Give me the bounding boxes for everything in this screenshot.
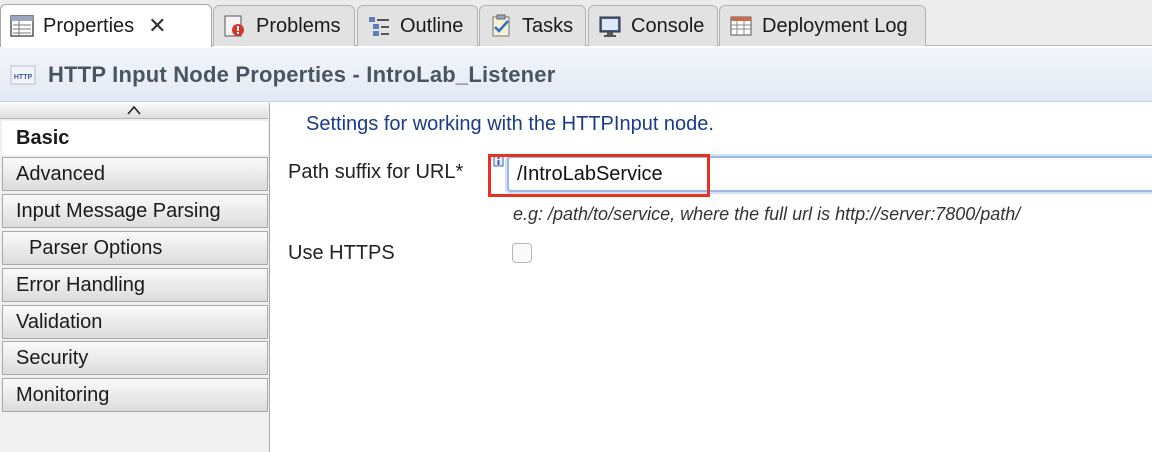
nav-item-label: Security: [16, 346, 89, 369]
nav-scroll-up-button[interactable]: [0, 103, 268, 119]
chevron-up-icon: [126, 102, 142, 120]
nav-item-monitoring[interactable]: Monitoring: [2, 378, 268, 412]
http-logo-text: HTTP: [14, 74, 33, 81]
close-icon[interactable]: ✕: [148, 13, 166, 39]
url-example-hint: e.g: /path/to/service, where the full ur…: [513, 204, 1021, 224]
tab-properties[interactable]: Properties ✕: [0, 4, 212, 47]
problems-icon: [222, 13, 248, 39]
tab-outline[interactable]: Outline: [357, 5, 478, 46]
console-icon: [597, 13, 623, 39]
nav-item-label: Validation: [16, 310, 103, 333]
nav-item-basic[interactable]: Basic: [2, 121, 268, 155]
nav-item-parser-options[interactable]: Parser Options: [2, 231, 268, 265]
path-suffix-input[interactable]: [509, 158, 1152, 190]
nav-item-label: Parser Options: [29, 236, 163, 259]
use-https-label: Use HTTPS: [288, 242, 395, 264]
section-heading: Settings for working with the HTTPInput …: [306, 113, 714, 135]
nav-item-label: Input Message Parsing: [16, 199, 221, 222]
nav-item-input-message-parsing[interactable]: Input Message Parsing: [2, 194, 268, 228]
tab-label: Outline: [400, 14, 464, 37]
tab-label: Problems: [256, 14, 341, 37]
nav-item-label: Error Handling: [16, 273, 145, 296]
properties-icon: [9, 13, 35, 39]
tab-console[interactable]: Console: [588, 5, 718, 46]
tab-tasks[interactable]: Tasks: [479, 5, 586, 46]
tab-label: Properties: [43, 14, 135, 37]
view-tab-bar: Properties ✕ Problems Outline Tasks Cons…: [0, 0, 1152, 47]
tasks-icon: [488, 13, 514, 39]
properties-nav: Basic Advanced Input Message Parsing Par…: [0, 103, 270, 452]
path-suffix-field[interactable]: [507, 156, 1152, 192]
properties-title-bar: HTTP HTTP Input Node Properties - IntroL…: [0, 48, 1152, 102]
tab-label: Deployment Log: [762, 14, 908, 37]
basic-settings-panel: Settings for working with the HTTPInput …: [271, 103, 1152, 452]
tab-label: Tasks: [522, 14, 574, 37]
path-suffix-label: Path suffix for URL*: [288, 161, 464, 183]
nav-item-label: Basic: [16, 126, 70, 149]
nav-item-label: Monitoring: [16, 383, 110, 406]
tab-problems[interactable]: Problems: [213, 5, 355, 46]
page-title: HTTP Input Node Properties - IntroLab_Li…: [48, 61, 556, 87]
nav-item-label: Advanced: [16, 162, 105, 185]
nav-item-advanced[interactable]: Advanced: [2, 157, 268, 191]
use-https-checkbox[interactable]: [512, 243, 532, 263]
content-assist-icon: [491, 153, 507, 173]
nav-item-error-handling[interactable]: Error Handling: [2, 268, 268, 302]
deployment-log-icon: [728, 13, 754, 39]
nav-item-validation[interactable]: Validation: [2, 305, 268, 339]
outline-icon: [366, 13, 392, 39]
tab-label: Console: [631, 14, 705, 37]
nav-item-security[interactable]: Security: [2, 341, 268, 375]
tab-deployment-log[interactable]: Deployment Log: [719, 5, 926, 46]
http-node-icon: HTTP: [10, 62, 36, 88]
